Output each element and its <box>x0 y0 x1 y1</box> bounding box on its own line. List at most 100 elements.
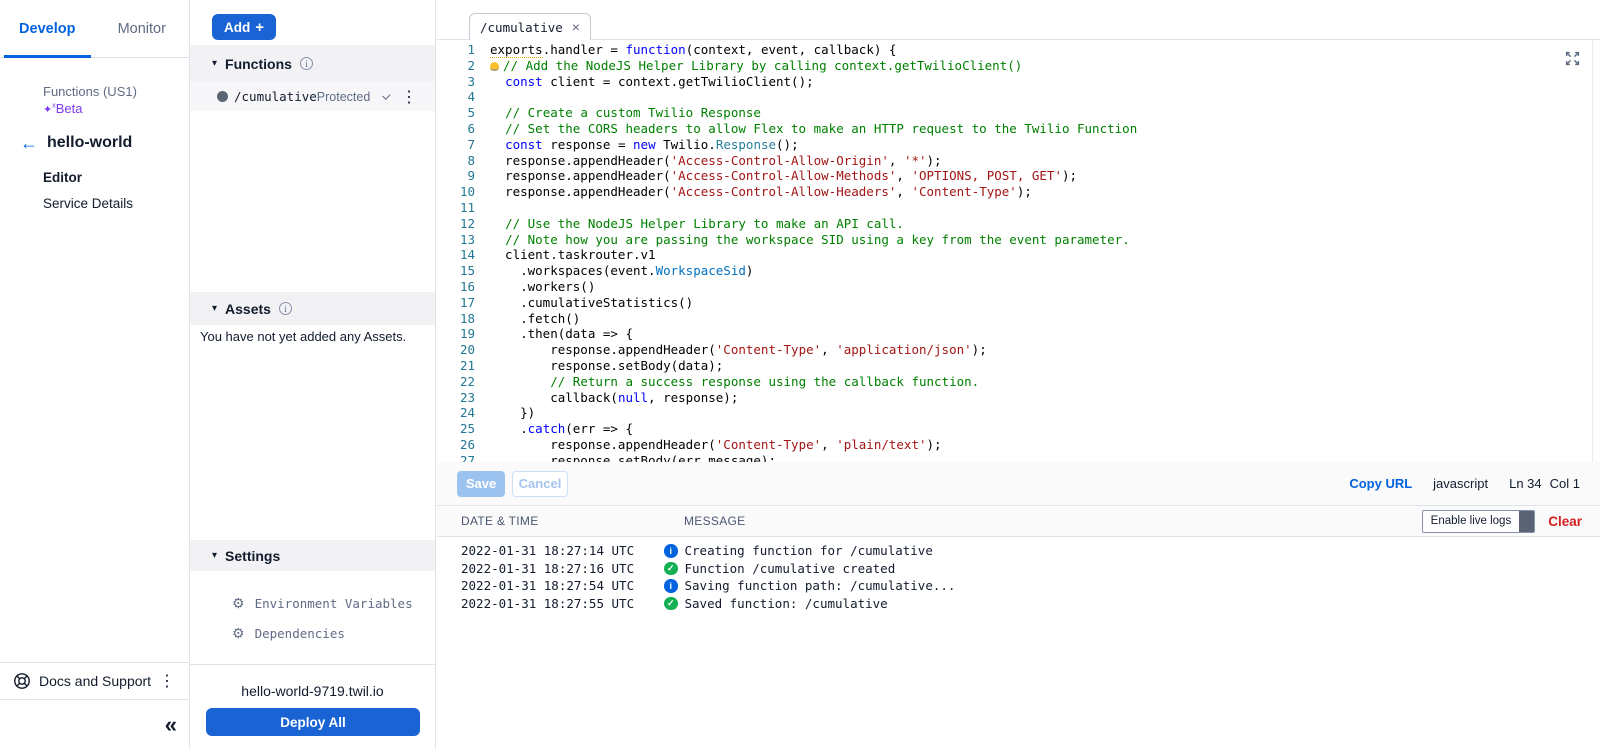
line-number: 27 <box>437 453 475 462</box>
code-token: response = <box>543 137 633 152</box>
code-token: 'Content-Type' <box>716 342 821 357</box>
tab-develop[interactable]: Develop <box>0 0 95 57</box>
code-token: // Add the NodeJS Helper Library by call… <box>503 58 1022 73</box>
log-message: Saved function: /cumulative <box>685 596 888 611</box>
code-token: WorkspaceSid <box>656 263 746 278</box>
toggle-handle <box>1519 511 1534 532</box>
line-number: 18 <box>437 311 475 327</box>
collapse-sidebar-icon[interactable]: « <box>165 715 177 735</box>
settings-item-dependencies[interactable]: ⚙Dependencies <box>190 618 435 648</box>
code-line: 1exports.handler = function(context, eve… <box>437 42 1600 58</box>
code-line: 18 .fetch() <box>437 311 1600 327</box>
code-text: .fetch() <box>475 311 580 327</box>
twilio-functions-editor: Develop Monitor Functions (US1) ✦xBeta ←… <box>0 0 1600 749</box>
add-button[interactable]: Add+ <box>212 14 276 40</box>
back-arrow-icon[interactable]: ← <box>20 134 38 152</box>
gear-icon: ⚙ <box>232 595 245 612</box>
close-icon[interactable]: × <box>572 21 580 33</box>
deploy-all-button[interactable]: Deploy All <box>206 708 420 736</box>
copy-url-link[interactable]: Copy URL <box>1349 476 1412 491</box>
code-token: callback( <box>490 390 618 405</box>
enable-live-logs-button[interactable]: Enable live logs <box>1422 510 1536 533</box>
service-row: ← hello-world <box>20 134 132 152</box>
code-text: response.setBody(err.message); <box>475 453 776 462</box>
code-token: 'Access-Control-Allow-Origin' <box>671 153 889 168</box>
sidebar-item-service-details[interactable]: Service Details <box>43 196 133 211</box>
clear-logs-button[interactable]: Clear <box>1548 514 1582 529</box>
tab-monitor[interactable]: Monitor <box>95 0 190 57</box>
region-label: Functions (US1) <box>43 84 137 99</box>
line-number: 24 <box>437 405 475 421</box>
settings-item-label: Dependencies <box>255 626 345 641</box>
caret-down-icon[interactable]: ▾ <box>212 303 217 314</box>
editor-main: /cumulative × 1exports.handler = functio… <box>437 0 1600 749</box>
line-number: 23 <box>437 390 475 406</box>
code-token: function <box>625 42 685 57</box>
functions-section-header[interactable]: ▾ Functions i <box>190 45 435 82</box>
function-visibility[interactable]: Protected <box>317 90 371 104</box>
expand-fullscreen-icon[interactable] <box>1565 51 1580 66</box>
editor-tab-cumulative[interactable]: /cumulative × <box>469 13 591 40</box>
caret-down-icon[interactable]: ▾ <box>212 550 217 561</box>
code-token: , <box>821 342 836 357</box>
line-number: 2 <box>437 58 475 74</box>
code-text: callback(null, response); <box>475 390 738 406</box>
code-token: ); <box>1062 168 1077 183</box>
code-text: const response = new Twilio.Response(); <box>475 137 799 153</box>
chevron-down-icon[interactable] <box>383 91 391 99</box>
code-token <box>490 137 505 152</box>
code-line: 27 response.setBody(err.message); <box>437 453 1600 462</box>
code-editor[interactable]: 1exports.handler = function(context, eve… <box>437 40 1600 462</box>
code-token: .then(data => { <box>490 326 633 341</box>
code-text: .cumulativeStatistics() <box>475 295 693 311</box>
lightbulb-icon[interactable] <box>490 62 499 71</box>
cancel-button[interactable]: Cancel <box>512 471 568 497</box>
code-token: // Note how you are passing the workspac… <box>505 232 1130 247</box>
code-token <box>490 232 505 247</box>
code-text: .then(data => { <box>475 326 633 342</box>
service-name[interactable]: hello-world <box>47 134 132 152</box>
function-status-dot <box>217 91 228 102</box>
settings-section-header[interactable]: ▾ Settings <box>190 540 435 571</box>
function-kebab-icon[interactable]: ⋮ <box>397 87 421 107</box>
code-line: 6 // Set the CORS headers to allow Flex … <box>437 121 1600 137</box>
code-token <box>490 121 505 136</box>
code-line: 12 // Use the NodeJS Helper Library to m… <box>437 216 1600 232</box>
save-button[interactable]: Save <box>457 471 505 497</box>
code-token: response.appendHeader( <box>490 437 716 452</box>
docs-kebab-icon[interactable]: ⋮ <box>155 671 179 691</box>
code-line: 7 const response = new Twilio.Response()… <box>437 137 1600 153</box>
code-token: client.taskrouter.v1 <box>490 247 656 262</box>
settings-item-environment-variables[interactable]: ⚙Environment Variables <box>190 588 435 618</box>
code-token: .workers() <box>490 279 595 294</box>
info-icon[interactable]: i <box>300 57 313 70</box>
line-number: 4 <box>437 89 475 105</box>
docs-support-row[interactable]: Docs and Support ⋮ <box>0 662 189 699</box>
code-text: // Use the NodeJS Helper Library to make… <box>475 216 904 232</box>
code-text: // Set the CORS headers to allow Flex to… <box>475 121 1137 137</box>
code-token: .fetch() <box>490 311 580 326</box>
code-text: // Create a custom Twilio Response <box>475 105 761 121</box>
log-message: Function /cumulative created <box>685 561 896 576</box>
assets-empty-message: You have not yet added any Assets. <box>200 329 406 344</box>
code-token: ); <box>927 437 942 452</box>
code-token: response.setBody(data); <box>490 358 723 373</box>
function-row[interactable]: /cumulativeProtected ⋮ <box>190 82 435 111</box>
code-text: const client = context.getTwilioClient()… <box>475 74 814 90</box>
assets-section-header[interactable]: ▾ Assets i <box>190 292 435 325</box>
sidebar-item-editor[interactable]: Editor <box>43 170 82 185</box>
sidebar-footer: Docs and Support ⋮ « <box>0 662 189 749</box>
beta-badge: ✦xBeta <box>43 101 82 116</box>
scrollbar-track <box>1592 40 1593 462</box>
info-icon[interactable]: i <box>279 302 292 315</box>
caret-down-icon[interactable]: ▾ <box>212 58 217 69</box>
log-timestamp: 2022-01-31 18:27:55 UTC <box>461 596 664 611</box>
log-header: DATE & TIME MESSAGE Enable live logs Cle… <box>437 506 1600 537</box>
plus-icon: + <box>255 19 264 36</box>
log-timestamp: 2022-01-31 18:27:16 UTC <box>461 561 664 576</box>
function-path: /cumulative <box>234 89 317 104</box>
code-token: (); <box>776 137 799 152</box>
code-line: 20 response.appendHeader('Content-Type',… <box>437 342 1600 358</box>
line-number: 25 <box>437 421 475 437</box>
code-token: const <box>505 137 543 152</box>
